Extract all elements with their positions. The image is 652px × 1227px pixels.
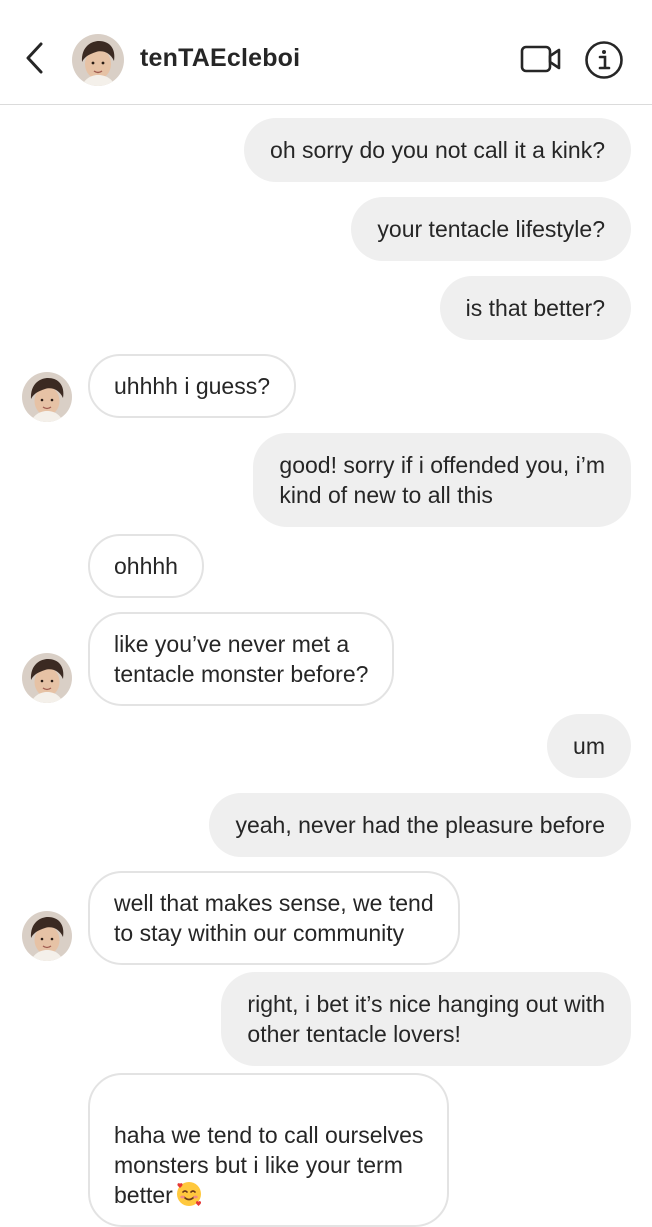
message-bubble-outgoing[interactable]: yeah, never had the pleasure before (209, 793, 631, 857)
avatar[interactable] (22, 653, 72, 703)
smiling-face-with-hearts-icon (176, 1182, 201, 1206)
chat-username[interactable]: tenTAEcleboi (140, 44, 300, 73)
message-bubble-incoming[interactable]: haha we tend to call ourselves monsters … (88, 1073, 450, 1227)
avatar[interactable] (72, 34, 124, 86)
message-bubble-incoming[interactable]: ohhhh (88, 534, 204, 598)
avatar[interactable] (22, 372, 72, 422)
message-bubble-incoming[interactable]: uhhhh i guess? (88, 354, 297, 418)
avatar[interactable] (22, 911, 72, 961)
message-bubble-outgoing[interactable]: your tentacle lifestyle? (351, 197, 631, 261)
chat-header: tenTAEcleboi (0, 0, 652, 105)
message-bubble-outgoing[interactable]: right, i bet it’s nice hanging out with … (221, 972, 631, 1066)
video-camera-icon[interactable] (520, 42, 562, 76)
chevron-left-icon[interactable] (22, 40, 48, 76)
message-bubble-outgoing[interactable]: is that better? (439, 276, 631, 340)
info-icon[interactable] (584, 40, 624, 80)
message-bubble-outgoing[interactable]: good! sorry if i offended you, i’m kind … (253, 433, 631, 527)
message-bubble-incoming[interactable]: like you’ve never met a tentacle monster… (88, 612, 395, 706)
message-bubble-incoming[interactable]: well that makes sense, we tend to stay w… (88, 871, 460, 965)
message-bubble-outgoing[interactable]: um (547, 714, 631, 778)
message-bubble-outgoing[interactable]: oh sorry do you not call it a kink? (244, 118, 631, 182)
message-text: haha we tend to call ourselves monsters … (114, 1122, 424, 1208)
